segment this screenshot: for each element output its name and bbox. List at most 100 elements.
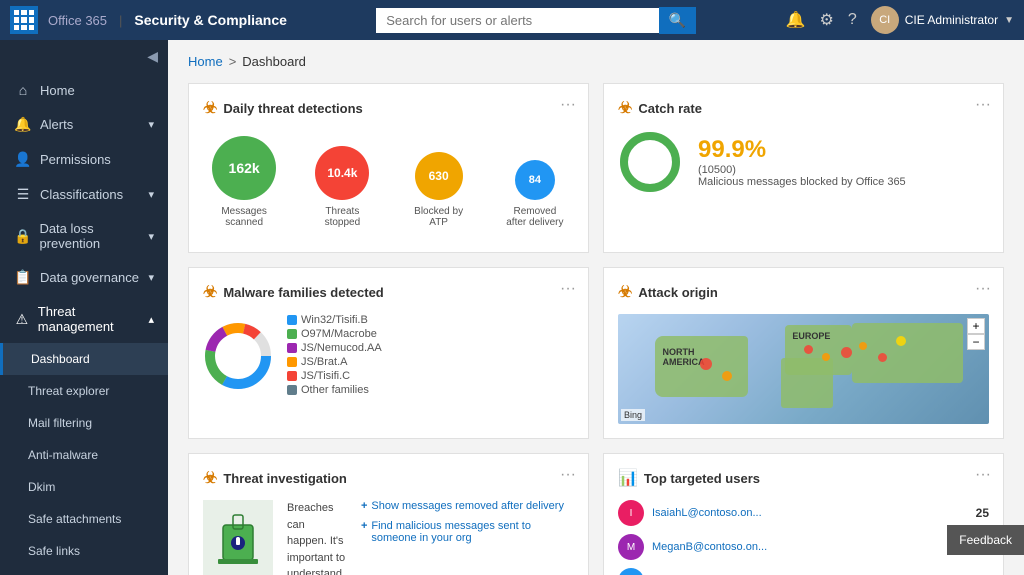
sidebar-sub-label: Threat explorer (28, 384, 109, 398)
collapse-icon[interactable]: ◀ (147, 48, 158, 65)
alerts-icon: 🔔 (14, 116, 32, 133)
card-title: ☣ Attack origin (618, 282, 989, 302)
threats-stopped: 10.4k Threats stopped (312, 146, 372, 228)
sidebar-item-classifications[interactable]: ☰ Classifications ▾ (0, 177, 168, 212)
threat-mgmt-icon: ⚠ (14, 311, 30, 328)
sidebar-sub-label: Safe links (28, 544, 80, 558)
legend-item: Other families (287, 384, 382, 396)
username: CIE Administrator (905, 13, 998, 27)
threat-investigation-card: ☣ Threat investigation ··· (188, 453, 589, 575)
breadcrumb-home[interactable]: Home (188, 54, 223, 69)
topbar-right: 🔔 ⚙ ? CI CIE Administrator ▼ (786, 6, 1014, 34)
messages-scanned: 162k Messages scanned (212, 136, 276, 228)
map-label-north-america: NORTHAMERICA (663, 347, 705, 367)
bing-label: Bing (621, 409, 645, 421)
sidebar-item-safe-links[interactable]: Safe links (0, 535, 168, 567)
sidebar-item-permissions[interactable]: 👤 Permissions (0, 142, 168, 177)
sidebar-item-mail-filtering[interactable]: Mail filtering (0, 407, 168, 439)
legend-dot (287, 357, 297, 367)
card-menu-icon[interactable]: ··· (560, 466, 576, 484)
chevron-down-icon: ▾ (148, 230, 154, 243)
legend-label: JS/Tisifi.C (301, 370, 350, 382)
card-menu-icon[interactable]: ··· (975, 466, 991, 484)
catch-count: (10500) (698, 164, 906, 176)
plus-icon: + (361, 500, 367, 512)
blocked-atp: 630 Blocked by ATP (409, 152, 469, 228)
sidebar-item-threat-management[interactable]: ⚠ Threat management ▴ (0, 295, 168, 343)
attack-origin-map: NORTHAMERICA EUROPE Bing + (618, 314, 989, 424)
legend-label: JS/Brat.A (301, 356, 347, 368)
card-menu-icon[interactable]: ··· (560, 96, 576, 114)
notifications-icon[interactable]: 🔔 (786, 10, 806, 30)
app-launcher-icon[interactable] (10, 6, 38, 34)
map-label-europe: EUROPE (792, 331, 830, 341)
user-count: 25 (976, 506, 989, 520)
removed-label: Removed after delivery (505, 206, 565, 228)
threat-investigation-content: Breaches can happen. It's important to u… (287, 500, 347, 575)
classifications-icon: ☰ (14, 186, 32, 203)
settings-icon[interactable]: ⚙ (819, 10, 833, 30)
card-menu-icon[interactable]: ··· (560, 280, 576, 298)
map-zoom-out-button[interactable]: − (967, 334, 985, 350)
card-menu-icon[interactable]: ··· (975, 96, 991, 114)
sidebar-item-label: Data loss prevention (39, 221, 140, 251)
card-title: ☣ Malware families detected (203, 282, 574, 302)
sidebar-item-alerts[interactable]: 🔔 Alerts ▾ (0, 107, 168, 142)
permissions-icon: 👤 (14, 151, 32, 168)
sidebar-item-home[interactable]: ⌂ Home (0, 73, 168, 107)
help-icon[interactable]: ? (848, 11, 857, 29)
attack-dot (722, 371, 732, 381)
avatar: I (618, 500, 644, 526)
sidebar-item-dashboard[interactable]: Dashboard (0, 343, 168, 375)
threat-link-1[interactable]: + Show messages removed after delivery (361, 500, 574, 512)
main-layout: ◀ ⌂ Home 🔔 Alerts ▾ 👤 Permissions ☰ Clas… (0, 40, 1024, 575)
sidebar-item-quarantine[interactable]: Quarantine (0, 567, 168, 575)
map-africa (781, 358, 833, 408)
sidebar-collapse: ◀ (0, 40, 168, 73)
legend-dot (287, 343, 297, 353)
attack-origin-card: ☣ Attack origin ··· NORTHAMERICA EUROPE (603, 267, 1004, 439)
biohazard-icon: ☣ (203, 468, 217, 488)
malware-donut-chart (203, 321, 273, 391)
user-chevron-icon: ▼ (1004, 15, 1014, 26)
legend-dot (287, 385, 297, 395)
user-menu[interactable]: CI CIE Administrator ▼ (871, 6, 1014, 34)
home-icon: ⌂ (14, 82, 32, 98)
sidebar-item-label: Permissions (40, 152, 111, 167)
legend-dot (287, 371, 297, 381)
daily-threat-card: ☣ Daily threat detections ··· 162k Messa… (188, 83, 589, 253)
card-title: ☣ Daily threat detections (203, 98, 574, 118)
map-zoom-in-button[interactable]: + (967, 318, 985, 334)
attack-dot (859, 342, 867, 350)
sidebar-item-dkim[interactable]: Dkim (0, 471, 168, 503)
app-section-title: Security & Compliance (134, 12, 287, 28)
topbar: Office 365 | Security & Compliance 🔍 🔔 ⚙… (0, 0, 1024, 40)
catch-info: 99.9% (10500) Malicious messages blocked… (698, 136, 906, 188)
attack-dot (841, 347, 852, 358)
legend-label: Other families (301, 384, 369, 396)
blocked-atp-circle: 630 (415, 152, 463, 200)
sidebar-item-safe-attachments[interactable]: Safe attachments (0, 503, 168, 535)
catch-rate-wrap: 99.9% (10500) Malicious messages blocked… (618, 130, 989, 194)
sidebar-item-data-governance[interactable]: 📋 Data governance ▾ (0, 260, 168, 295)
main-inner: Home > Dashboard ☣ Daily threat detectio… (168, 40, 1024, 575)
card-menu-icon[interactable]: ··· (975, 280, 991, 298)
threats-stopped-label: Threats stopped (312, 206, 372, 228)
biohazard-icon: ☣ (618, 98, 632, 118)
user-row: P PradeepG@contoso.on... 11 (618, 568, 989, 575)
catch-detail: Malicious messages blocked by Office 365 (698, 176, 906, 188)
sidebar-sub-label: Mail filtering (28, 416, 92, 430)
messages-scanned-circle: 162k (212, 136, 276, 200)
threat-link-2[interactable]: + Find malicious messages sent to someon… (361, 520, 574, 544)
malware-wrap: Win32/Tisifi.B O97M/Macrobe JS/Nemucod.A… (203, 314, 574, 398)
breadcrumb: Home > Dashboard (188, 54, 1004, 69)
sidebar-item-anti-malware[interactable]: Anti-malware (0, 439, 168, 471)
sidebar-item-label: Threat management (38, 304, 141, 334)
sidebar-item-data-loss-prevention[interactable]: 🔒 Data loss prevention ▾ (0, 212, 168, 260)
search-button[interactable]: 🔍 (659, 7, 696, 34)
search-input[interactable] (376, 8, 659, 33)
feedback-button[interactable]: Feedback (947, 525, 1024, 555)
data-governance-icon: 📋 (14, 269, 32, 286)
legend-label: JS/Nemucod.AA (301, 342, 382, 354)
sidebar-item-threat-explorer[interactable]: Threat explorer (0, 375, 168, 407)
